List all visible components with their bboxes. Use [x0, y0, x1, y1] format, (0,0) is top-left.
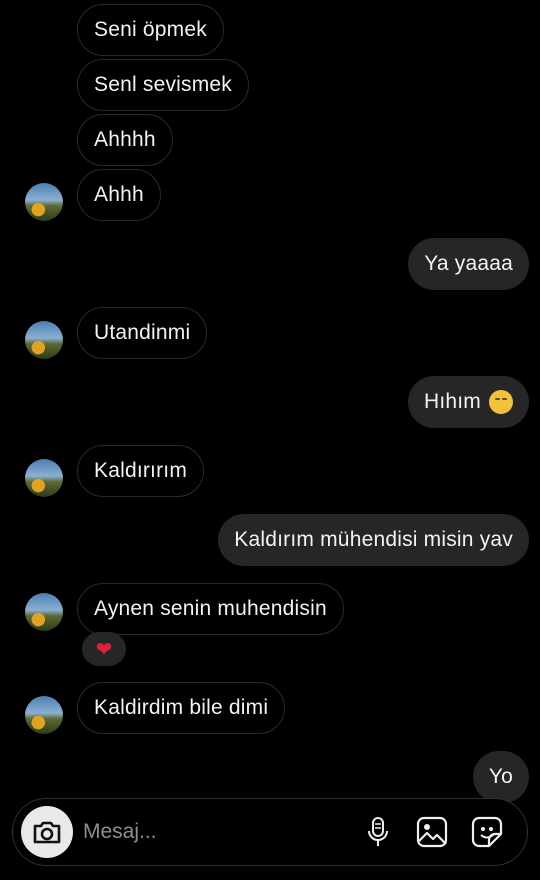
message-text: Aynen senin muhendisin: [94, 597, 327, 620]
message-outgoing[interactable]: Kaldırım mühendisi misin yav: [218, 514, 529, 566]
avatar[interactable]: [25, 183, 63, 221]
message-incoming[interactable]: Aynen senin muhendisin: [77, 583, 344, 635]
message-text: Kaldırım mühendisi misin yav: [234, 528, 513, 551]
camera-button[interactable]: [21, 806, 73, 858]
message-text: Kaldirdim bile dimi: [94, 696, 269, 719]
message-incoming[interactable]: Utandinmi: [77, 307, 208, 359]
avatar[interactable]: [25, 593, 63, 631]
avatar[interactable]: [25, 459, 63, 497]
microphone-icon: [368, 817, 388, 846]
camera-icon: [33, 821, 61, 844]
message-text: Seni öpmek: [94, 18, 207, 41]
sticker-button[interactable]: [470, 815, 504, 849]
gallery-button[interactable]: [415, 815, 449, 849]
message-incoming[interactable]: Ahhhh: [77, 114, 173, 166]
message-text: Yo: [488, 765, 513, 788]
message-text: Ahhhh: [94, 128, 156, 151]
message-composer[interactable]: Mesaj...: [12, 798, 528, 866]
message-text: Hıhım: [423, 390, 481, 413]
message-incoming[interactable]: Senl sevismek: [77, 59, 249, 111]
message-outgoing[interactable]: Yo: [472, 751, 529, 803]
gallery-icon: [416, 816, 448, 848]
message-text: Ahhh: [94, 183, 144, 206]
message-text: Kaldırırım: [94, 459, 188, 482]
heart-reaction[interactable]: ❤: [82, 632, 126, 666]
message-input[interactable]: Mesaj...: [83, 820, 157, 844]
message-incoming[interactable]: Seni öpmek: [77, 4, 224, 56]
message-incoming[interactable]: Kaldırırım: [77, 445, 205, 497]
shy-face-emoji: [489, 390, 513, 414]
heart-icon: ❤: [95, 638, 113, 661]
message-text: Ya yaaaa: [424, 252, 513, 275]
avatar[interactable]: [25, 321, 63, 359]
message-text: Utandinmi: [94, 321, 191, 344]
message-incoming[interactable]: Kaldirdim bile dimi: [77, 682, 286, 734]
avatar[interactable]: [25, 696, 63, 734]
message-outgoing[interactable]: Ya yaaaa: [408, 238, 529, 290]
message-outgoing[interactable]: Hıhım: [407, 376, 529, 428]
sticker-icon: [471, 816, 503, 848]
message-incoming[interactable]: Ahhh: [77, 169, 161, 221]
microphone-button[interactable]: [361, 815, 395, 849]
message-text: Senl sevismek: [94, 73, 232, 96]
